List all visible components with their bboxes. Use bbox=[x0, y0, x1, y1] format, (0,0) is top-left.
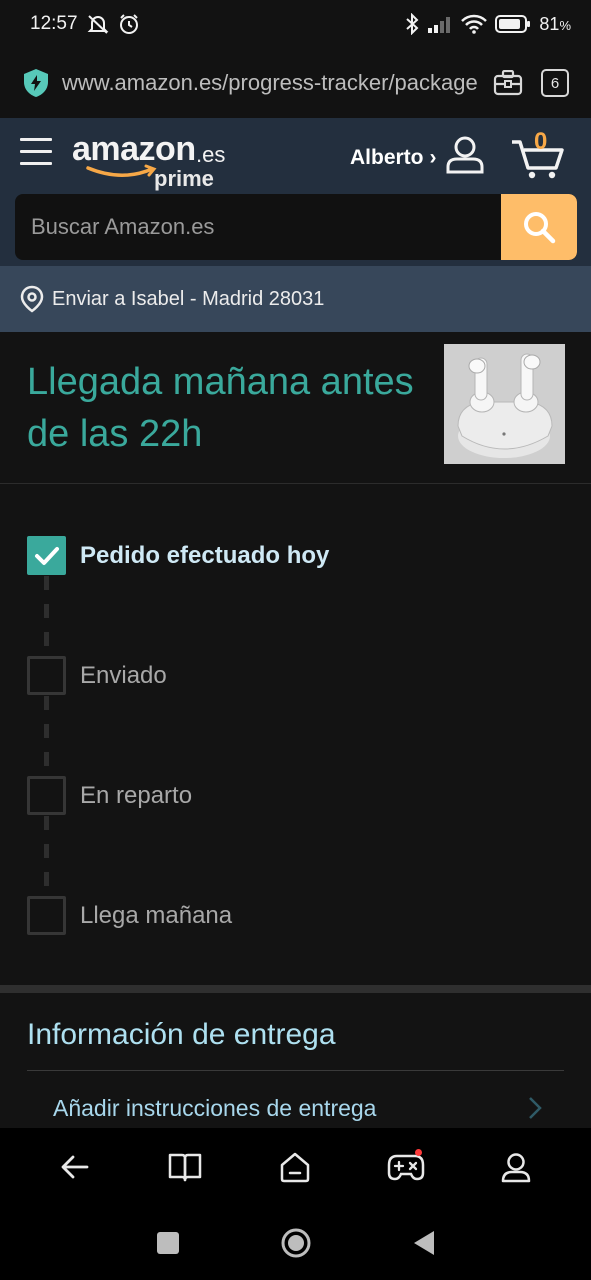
search-bar bbox=[15, 194, 577, 260]
recent-apps-icon[interactable] bbox=[156, 1231, 180, 1255]
user-icon[interactable] bbox=[445, 134, 485, 174]
divider bbox=[27, 1070, 564, 1071]
delivery-info-heading: Información de entrega bbox=[27, 1018, 336, 1051]
tabs-count-button[interactable]: 6 bbox=[541, 69, 569, 97]
reading-mode-button[interactable] bbox=[155, 1137, 215, 1197]
home-button[interactable] bbox=[265, 1137, 325, 1197]
person-icon bbox=[501, 1153, 531, 1183]
briefcase-icon[interactable] bbox=[493, 70, 523, 96]
bluetooth-icon bbox=[406, 13, 419, 35]
signal-icon bbox=[428, 17, 451, 33]
deliver-to-label: Enviar a Isabel - Madrid 28031 bbox=[52, 287, 325, 310]
back-nav-icon[interactable] bbox=[412, 1229, 436, 1257]
smile-arrow-icon bbox=[86, 164, 157, 177]
home-icon bbox=[281, 1152, 310, 1183]
book-icon bbox=[169, 1153, 202, 1182]
cart-count: 0 bbox=[534, 128, 548, 155]
tracker-line bbox=[44, 816, 49, 896]
bell-off-icon bbox=[87, 15, 108, 34]
step-label: Llega mañana bbox=[80, 901, 233, 929]
step-checkbox bbox=[27, 776, 66, 815]
cart-button[interactable]: 0 bbox=[510, 128, 570, 179]
notification-dot bbox=[414, 1149, 422, 1156]
step-label: Pedido efectuado hoy bbox=[80, 541, 330, 569]
games-button[interactable] bbox=[376, 1137, 436, 1197]
arrival-title: Llegada mañana antes de las 22h bbox=[27, 361, 414, 455]
account-name: Alberto bbox=[350, 146, 424, 169]
shield-icon[interactable] bbox=[22, 68, 50, 98]
chevron-right-icon bbox=[529, 1097, 542, 1119]
system-navigation-bar bbox=[0, 1206, 591, 1280]
add-delivery-instructions-link[interactable]: Añadir instrucciones de entrega bbox=[27, 1086, 564, 1130]
logo-prime: prime bbox=[154, 166, 214, 191]
alarm-icon bbox=[119, 14, 138, 34]
search-button[interactable] bbox=[501, 194, 577, 260]
tracker-step: En reparto bbox=[27, 776, 192, 815]
tracker-step: Llega mañana bbox=[27, 896, 232, 935]
search-input[interactable] bbox=[15, 194, 501, 260]
location-pin-icon bbox=[20, 285, 44, 313]
home-nav-icon[interactable] bbox=[280, 1227, 312, 1259]
tracker-line bbox=[44, 696, 49, 776]
clock: 12:57 bbox=[30, 13, 78, 34]
tracker-step: Pedido efectuado hoy bbox=[27, 536, 329, 575]
status-bar: 12:57 81% bbox=[0, 0, 591, 48]
browser-bottom-bar bbox=[0, 1128, 591, 1206]
search-icon bbox=[524, 212, 556, 244]
step-label: En reparto bbox=[80, 781, 193, 809]
hamburger-menu-icon[interactable] bbox=[20, 138, 52, 166]
tracker-step: Enviado bbox=[27, 656, 167, 695]
step-label: Enviado bbox=[80, 661, 167, 689]
battery-level: 81 bbox=[539, 13, 560, 34]
earbuds-image bbox=[444, 344, 565, 464]
step-checkbox-done bbox=[27, 536, 66, 575]
logo-tld: .es bbox=[196, 142, 226, 167]
battery-unit: % bbox=[559, 17, 571, 33]
browser-url-bar: www.amazon.es/progress-tracker/package 6 bbox=[0, 48, 591, 118]
account-chevron: › bbox=[429, 146, 437, 169]
battery-icon bbox=[495, 15, 531, 33]
arrow-left-icon bbox=[61, 1155, 89, 1179]
amazon-header: amazon .es prime Alberto › 0 bbox=[0, 118, 591, 266]
deliver-to-bar[interactable]: Enviar a Isabel - Madrid 28031 bbox=[0, 266, 591, 332]
wifi-icon bbox=[461, 14, 488, 34]
step-checkbox bbox=[27, 896, 66, 935]
add-instructions-label: Añadir instrucciones de entrega bbox=[53, 1094, 377, 1121]
gamepad-icon bbox=[387, 1154, 424, 1181]
check-icon bbox=[34, 546, 59, 565]
tracker-line bbox=[44, 576, 49, 656]
step-checkbox bbox=[27, 656, 66, 695]
url-field[interactable]: www.amazon.es/progress-tracker/package bbox=[62, 70, 477, 96]
section-divider bbox=[0, 985, 591, 993]
back-button[interactable] bbox=[45, 1137, 105, 1197]
product-thumbnail[interactable] bbox=[444, 344, 565, 464]
account-link[interactable]: Alberto › bbox=[350, 146, 437, 170]
amazon-prime-logo[interactable]: amazon .es prime bbox=[72, 130, 232, 192]
profile-button[interactable] bbox=[486, 1137, 546, 1197]
arrival-section: Llegada mañana antes de las 22h bbox=[0, 332, 591, 484]
